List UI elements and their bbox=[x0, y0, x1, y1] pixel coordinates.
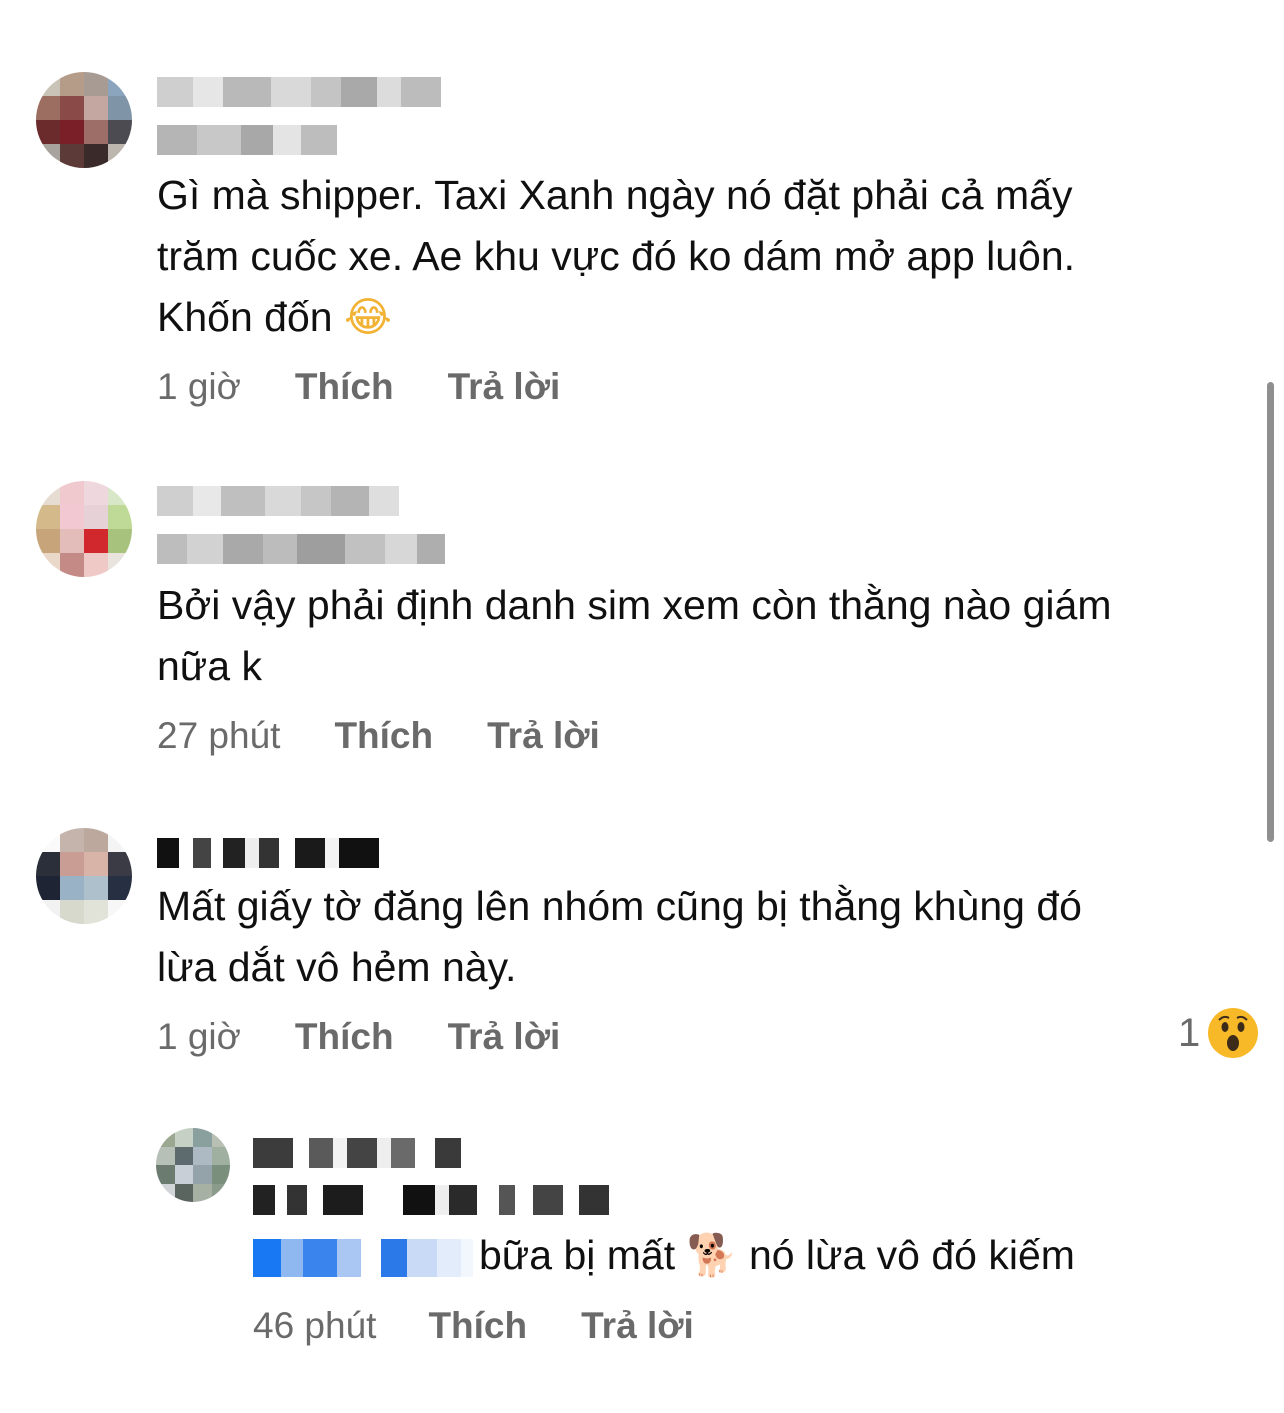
reply-button[interactable]: Trả lời bbox=[581, 1305, 694, 1347]
comment-meta: 27 phút Thích Trả lời bbox=[157, 715, 600, 757]
comment-timestamp[interactable]: 1 giờ bbox=[157, 1016, 241, 1058]
avatar[interactable] bbox=[36, 72, 132, 168]
author-name-redacted[interactable] bbox=[157, 534, 445, 564]
avatar[interactable] bbox=[36, 828, 132, 924]
reply-meta: 46 phút Thích Trả lời bbox=[253, 1305, 694, 1347]
comment-meta: 1 giờ Thích Trả lời bbox=[157, 1016, 560, 1058]
comment-meta: 1 giờ Thích Trả lời bbox=[157, 366, 560, 408]
author-group-badge-redacted bbox=[157, 77, 441, 107]
like-button[interactable]: Thích bbox=[295, 1016, 394, 1058]
wow-face-icon bbox=[1208, 1008, 1259, 1058]
dog-emoji: 🐕 bbox=[686, 1231, 738, 1279]
author-name-redacted[interactable] bbox=[157, 125, 337, 155]
comment-timestamp[interactable]: 27 phút bbox=[157, 715, 280, 757]
mention-tag-redacted[interactable] bbox=[253, 1239, 473, 1278]
author-name-redacted[interactable] bbox=[157, 838, 379, 868]
comment-timestamp[interactable]: 1 giờ bbox=[157, 366, 241, 408]
author-group-badge-redacted bbox=[157, 486, 399, 516]
comment-text: Mất giấy tờ đăng lên nhóm cũng bị thằng … bbox=[157, 883, 1082, 990]
tears-of-joy-emoji: 😂 bbox=[343, 293, 392, 341]
comment-timestamp[interactable]: 46 phút bbox=[253, 1305, 376, 1347]
avatar[interactable] bbox=[36, 481, 132, 577]
avatar[interactable] bbox=[156, 1128, 230, 1202]
vertical-scrollbar[interactable] bbox=[1267, 382, 1274, 842]
comment-text: Bởi vậy phải định danh sim xem còn thằng… bbox=[157, 582, 1112, 689]
reaction-count: 1 bbox=[1178, 1010, 1201, 1055]
author-name-redacted[interactable] bbox=[253, 1185, 609, 1215]
reply-button[interactable]: Trả lời bbox=[487, 715, 600, 757]
reaction-summary[interactable]: 1 bbox=[1178, 1008, 1259, 1058]
like-button[interactable]: Thích bbox=[428, 1305, 527, 1347]
author-group-badge-redacted bbox=[253, 1138, 461, 1168]
like-button[interactable]: Thích bbox=[334, 715, 433, 757]
like-button[interactable]: Thích bbox=[295, 366, 394, 408]
reply-button[interactable]: Trả lời bbox=[448, 366, 561, 408]
comment-text: Gì mà shipper. Taxi Xanh ngày nó đặt phả… bbox=[157, 172, 1076, 341]
reply-button[interactable]: Trả lời bbox=[448, 1016, 561, 1058]
reply-text: bữa bị mất 🐕 nó lừa vô đó kiếm bbox=[253, 1225, 1253, 1285]
